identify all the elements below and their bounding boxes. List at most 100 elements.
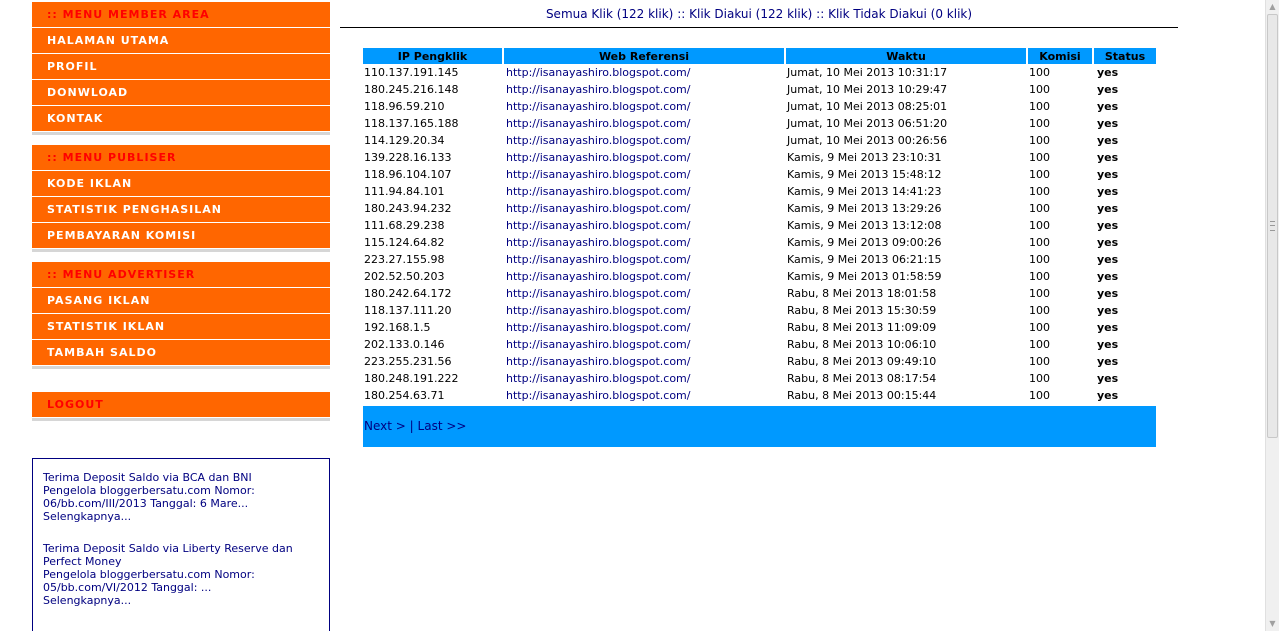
referrer-link[interactable]: http://isanayashiro.blogspot.com/ [506, 151, 690, 164]
last-page-link[interactable]: Last >> [418, 419, 467, 433]
referrer-link[interactable]: http://isanayashiro.blogspot.com/ [506, 134, 690, 147]
filter-all-clicks-link[interactable]: Semua Klik (122 klik) [546, 7, 673, 21]
referrer-link[interactable]: http://isanayashiro.blogspot.com/ [506, 321, 690, 334]
referrer-link[interactable]: http://isanayashiro.blogspot.com/ [506, 355, 690, 368]
referrer-link[interactable]: http://isanayashiro.blogspot.com/ [506, 372, 690, 385]
cell-ip: 110.137.191.145 [364, 66, 459, 79]
cell-komisi: 100 [1029, 168, 1050, 181]
cell-ip: 223.255.231.56 [364, 355, 452, 368]
cell-komisi: 100 [1029, 66, 1050, 79]
vertical-scrollbar[interactable]: ▲ ▼ [1265, 0, 1279, 631]
cell-komisi: 100 [1029, 151, 1050, 164]
scroll-grip-icon [1270, 221, 1275, 231]
cell-status: yes [1097, 185, 1119, 198]
news-box: Terima Deposit Saldo via BCA dan BNI Pen… [32, 458, 330, 631]
news-title-link[interactable]: Terima Deposit Saldo via Liberty Reserve… [43, 542, 319, 568]
cell-komisi: 100 [1029, 338, 1050, 351]
cell-web-referensi: http://isanayashiro.blogspot.com/ [504, 234, 786, 251]
menu-item-kontak[interactable]: KONTAK [32, 106, 330, 132]
menu-member-header: :: MENU MEMBER AREA [32, 2, 330, 28]
referrer-link[interactable]: http://isanayashiro.blogspot.com/ [506, 83, 690, 96]
news-more-link[interactable]: Selengkapnya... [43, 510, 319, 523]
menu-shadow [32, 418, 330, 421]
cell-komisi: 100 [1029, 100, 1050, 113]
referrer-link[interactable]: http://isanayashiro.blogspot.com/ [506, 389, 690, 402]
news-title-link[interactable]: Terima Deposit Saldo via BCA dan BNI [43, 471, 319, 484]
news-more-link[interactable]: Selengkapnya... [43, 594, 319, 607]
cell-ip: 180.242.64.172 [364, 287, 452, 300]
referrer-link[interactable]: http://isanayashiro.blogspot.com/ [506, 236, 690, 249]
cell-komisi: 100 [1029, 355, 1050, 368]
news-item: Terima Deposit Saldo via BCA dan BNI Pen… [43, 471, 319, 523]
cell-komisi: 100 [1029, 372, 1050, 385]
menu-item-pembayaran-komisi[interactable]: PEMBAYARAN KOMISI [32, 223, 330, 249]
referrer-link[interactable]: http://isanayashiro.blogspot.com/ [506, 287, 690, 300]
menu-item-halaman-utama[interactable]: HALAMAN UTAMA [32, 28, 330, 54]
referrer-link[interactable]: http://isanayashiro.blogspot.com/ [506, 338, 690, 351]
cell-ip: 180.254.63.71 [364, 389, 445, 402]
cell-status: yes [1097, 151, 1119, 164]
cell-ip: 114.129.20.34 [364, 134, 445, 147]
click-summary: Semua Klik (122 klik) :: Klik Diakui (12… [340, 5, 1178, 28]
cell-komisi: 100 [1029, 236, 1050, 249]
cell-web-referensi: http://isanayashiro.blogspot.com/ [504, 319, 786, 336]
table-row: 202.133.0.146 http://isanayashiro.blogspo… [363, 336, 1156, 353]
cell-waktu: Jumat, 10 Mei 2013 10:31:17 [787, 66, 948, 79]
cell-waktu: Rabu, 8 Mei 2013 10:06:10 [787, 338, 937, 351]
cell-status: yes [1097, 83, 1119, 96]
cell-ip: 202.133.0.146 [364, 338, 445, 351]
referrer-link[interactable]: http://isanayashiro.blogspot.com/ [506, 117, 690, 130]
cell-ip: 202.52.50.203 [364, 270, 445, 283]
scroll-thumb[interactable] [1267, 14, 1278, 438]
scroll-down-arrow-icon[interactable]: ▼ [1266, 617, 1279, 631]
filter-rejected-clicks-link[interactable]: Klik Tidak Diakui (0 klik) [828, 7, 972, 21]
referrer-link[interactable]: http://isanayashiro.blogspot.com/ [506, 168, 690, 181]
cell-ip: 111.94.84.101 [364, 185, 445, 198]
referrer-link[interactable]: http://isanayashiro.blogspot.com/ [506, 185, 690, 198]
cell-web-referensi: http://isanayashiro.blogspot.com/ [504, 302, 786, 319]
menu-item-statistik-iklan[interactable]: STATISTIK IKLAN [32, 314, 330, 340]
pager-separator: | [409, 419, 414, 433]
cell-komisi: 100 [1029, 270, 1050, 283]
referrer-link[interactable]: http://isanayashiro.blogspot.com/ [506, 66, 690, 79]
cell-status: yes [1097, 389, 1119, 402]
menu-publisher: :: MENU PUBLISER KODE IKLAN STATISTIK PE… [32, 145, 330, 252]
filter-accepted-clicks-link[interactable]: Klik Diakui (122 klik) [689, 7, 812, 21]
menu-item-tambah-saldo[interactable]: TAMBAH SALDO [32, 340, 330, 366]
cell-waktu: Rabu, 8 Mei 2013 11:09:09 [787, 321, 937, 334]
cell-waktu: Kamis, 9 Mei 2013 15:48:12 [787, 168, 942, 181]
cell-status: yes [1097, 270, 1119, 283]
cell-ip: 223.27.155.98 [364, 253, 445, 266]
table-row: 111.94.84.101 http://isanayashiro.blogspo… [363, 183, 1156, 200]
referrer-link[interactable]: http://isanayashiro.blogspot.com/ [506, 219, 690, 232]
cell-web-referensi: http://isanayashiro.blogspot.com/ [504, 183, 786, 200]
cell-ip: 180.243.94.232 [364, 202, 452, 215]
menu-item-kode-iklan[interactable]: KODE IKLAN [32, 171, 330, 197]
menu-item-profil[interactable]: PROFIL [32, 54, 330, 80]
table-row: 111.68.29.238 http://isanayashiro.blogspo… [363, 217, 1156, 234]
referrer-link[interactable]: http://isanayashiro.blogspot.com/ [506, 100, 690, 113]
next-page-link[interactable]: Next > [364, 419, 406, 433]
scroll-up-arrow-icon[interactable]: ▲ [1266, 0, 1279, 14]
menu-shadow [32, 366, 330, 369]
logout-button[interactable]: LOGOUT [32, 392, 330, 418]
cell-status: yes [1097, 202, 1119, 215]
cell-status: yes [1097, 117, 1119, 130]
cell-waktu: Rabu, 8 Mei 2013 15:30:59 [787, 304, 937, 317]
referrer-link[interactable]: http://isanayashiro.blogspot.com/ [506, 304, 690, 317]
cell-komisi: 100 [1029, 389, 1050, 402]
referrer-link[interactable]: http://isanayashiro.blogspot.com/ [506, 253, 690, 266]
menu-item-statistik-penghasilan[interactable]: STATISTIK PENGHASILAN [32, 197, 330, 223]
menu-item-pasang-iklan[interactable]: PASANG IKLAN [32, 288, 330, 314]
cell-komisi: 100 [1029, 219, 1050, 232]
column-header-ip: IP Pengklik [363, 48, 504, 64]
referrer-link[interactable]: http://isanayashiro.blogspot.com/ [506, 270, 690, 283]
cell-waktu: Jumat, 10 Mei 2013 00:26:56 [787, 134, 948, 147]
menu-item-donwload[interactable]: DONWLOAD [32, 80, 330, 106]
cell-waktu: Kamis, 9 Mei 2013 13:29:26 [787, 202, 942, 215]
cell-waktu: Jumat, 10 Mei 2013 06:51:20 [787, 117, 948, 130]
cell-waktu: Rabu, 8 Mei 2013 00:15:44 [787, 389, 937, 402]
table-row: 118.137.165.188 http://isanayashiro.blogs… [363, 115, 1156, 132]
referrer-link[interactable]: http://isanayashiro.blogspot.com/ [506, 202, 690, 215]
table-row: 192.168.1.5 http://isanayashiro.blogspot.… [363, 319, 1156, 336]
